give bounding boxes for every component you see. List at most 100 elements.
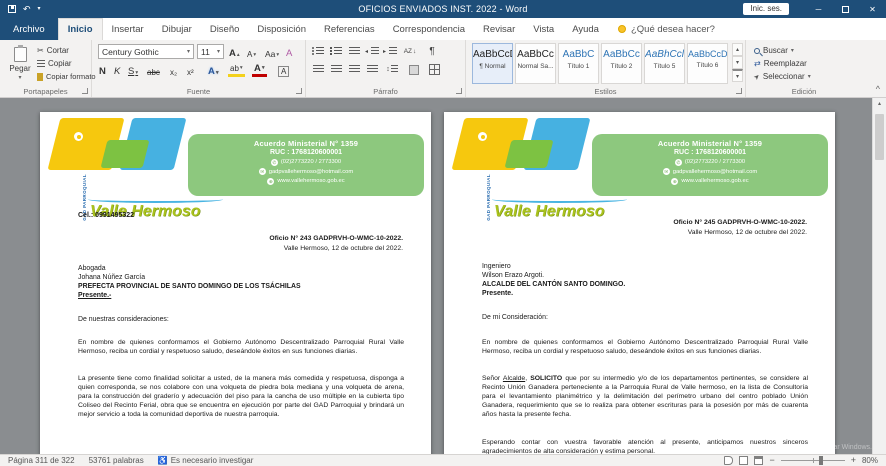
tab-referencias[interactable]: Referencias [315,18,384,40]
increase-indent-button[interactable]: ▸ [382,44,398,59]
scissors-icon: ✂ [37,46,44,55]
tab-correspondencia[interactable]: Correspondencia [384,18,474,40]
styles-scroll-up-button[interactable]: ▴ [732,43,743,56]
style-sin-espaciado[interactable]: AaBbCc Normal Sa... [515,43,556,84]
find-button[interactable]: Buscar ▾ [754,46,794,55]
bullets-button[interactable] [310,44,326,59]
sort-button[interactable]: AZ ↓ [402,44,418,59]
tab-archivo[interactable]: Archivo [0,18,58,40]
shrink-font-button[interactable]: A▾ [245,44,258,59]
underline-button[interactable]: S▾ [126,62,140,77]
zoom-slider[interactable] [781,460,845,461]
style-titulo-6[interactable]: AaBbCcDc Título 6 [687,43,728,84]
dialog-launcher-icon[interactable] [456,88,462,94]
style-titulo-5[interactable]: AaBhCcl Título 5 [644,43,685,84]
borders-button[interactable] [426,62,442,77]
web-layout-icon[interactable] [754,456,763,465]
dialog-launcher-icon[interactable] [736,88,742,94]
style-titulo-2[interactable]: AaBbCc Título 2 [601,43,642,84]
group-parrafo: ◂ ▸ AZ ↓ ¶ ↕ Párrafo [306,40,466,97]
brand-swoosh [492,196,627,203]
cut-button[interactable]: ✂ Cortar [37,46,69,55]
word-count[interactable]: 53761 palabras [89,456,144,465]
vertical-scrollbar[interactable]: ▴ [872,98,886,454]
style-normal[interactable]: AaBbCcD ¶ Normal [472,43,513,84]
italic-button[interactable]: K [112,62,122,77]
minimize-button[interactable]: ─ [805,0,832,18]
subscript-button[interactable]: x₂ [168,62,179,77]
collapse-ribbon-icon[interactable]: ^ [876,84,880,94]
dialog-launcher-icon[interactable] [82,88,88,94]
line-spacing-icon: ↕ [386,66,390,73]
line-spacing-button[interactable]: ↕ [384,62,400,77]
show-marks-button[interactable]: ¶ [424,44,440,59]
align-right-button[interactable] [346,62,362,77]
restore-button[interactable] [832,0,859,18]
scroll-up-button[interactable]: ▴ [873,98,886,111]
word-window: ↶ ▾ OFICIOS ENVIADOS INST. 2022 - Word I… [0,0,886,466]
paste-button[interactable]: Pegar ▾ [5,44,35,87]
zoom-in-button[interactable]: + [851,456,856,465]
align-left-button[interactable] [310,62,326,77]
tab-diseno[interactable]: Diseño [201,18,249,40]
select-arrow-icon: ➤ [752,72,762,82]
highlight-color-button[interactable]: ab▾ [228,62,245,77]
qat-customize-icon[interactable]: ▾ [38,6,41,12]
close-button[interactable]: ✕ [859,0,886,18]
addressee-block: Abogada Johana Núñez García PREFECTA PRO… [78,264,301,300]
change-case-button[interactable]: Aa▾ [263,44,281,59]
zoom-out-button[interactable]: − [769,456,774,465]
document-canvas[interactable]: Acuerdo Ministerial N° 1359 RUC : 176812… [0,98,886,454]
print-layout-icon[interactable] [739,456,748,465]
justify-button[interactable] [364,62,380,77]
save-icon[interactable] [8,5,16,13]
group-label-fuente: Fuente [92,87,305,96]
tab-insertar[interactable]: Insertar [103,18,153,40]
superscript-button[interactable]: x² [185,62,196,77]
ribbon-tab-strip: Archivo Inicio Insertar Dibujar Diseño D… [0,18,886,40]
tab-disposicion[interactable]: Disposición [248,18,315,40]
tab-inicio[interactable]: Inicio [58,18,103,40]
accessibility-icon: ♿ [158,456,168,465]
replace-button[interactable]: ⇄ Reemplazar [754,59,807,68]
font-color-button[interactable]: A▾ [252,62,267,77]
sign-in-button[interactable]: Inic. ses. [743,3,789,15]
page-indicator[interactable]: Página 311 de 322 [8,456,75,465]
clear-format-button[interactable]: A [284,44,294,59]
dialog-launcher-icon[interactable] [296,88,302,94]
character-shading-button[interactable]: A [276,62,291,77]
accessibility-status[interactable]: ♿ Es necesario investigar [158,456,254,465]
tab-revisar[interactable]: Revisar [474,18,524,40]
tab-ayuda[interactable]: Ayuda [563,18,608,40]
format-painter-button[interactable]: Copiar formato [37,72,96,81]
copy-button[interactable]: Copiar [37,59,72,68]
select-button[interactable]: ➤ Seleccionar ▾ [754,72,811,81]
zoom-slider-thumb[interactable] [819,456,823,465]
numbering-button[interactable] [328,44,344,59]
bold-button[interactable]: N [97,62,108,77]
tell-me-box[interactable]: ¿Qué desea hacer? [608,18,725,40]
zoom-level[interactable]: 80% [862,456,878,465]
multilevel-list-button[interactable] [346,44,362,59]
paragraph: La presente tiene como finalidad solicit… [78,374,404,419]
decrease-indent-button[interactable]: ◂ [364,44,380,59]
scrollbar-thumb[interactable] [875,114,884,160]
strikethrough-button[interactable]: abc [145,62,162,77]
font-size-combo[interactable]: 11 ▾ [197,44,224,59]
undo-icon[interactable]: ↶ [23,5,31,14]
page-1[interactable]: Acuerdo Ministerial N° 1359 RUC : 176812… [40,112,431,454]
page-2[interactable]: Acuerdo Ministerial N° 1359 RUC : 176812… [444,112,835,454]
style-titulo-1[interactable]: AaBbC Título 1 [558,43,599,84]
styles-more-button[interactable]: ▾ [732,69,743,82]
shading-button[interactable] [406,62,422,77]
letterhead-logo-green [505,140,554,168]
font-name-combo[interactable]: Century Gothic ▾ [98,44,194,59]
align-center-button[interactable] [328,62,344,77]
text-effects-button[interactable]: A▾ [206,62,221,77]
styles-scroll-down-button[interactable]: ▾ [732,56,743,69]
tab-dibujar[interactable]: Dibujar [153,18,201,40]
read-mode-icon[interactable] [724,456,733,465]
bullet-list-icon [312,47,324,56]
grow-font-button[interactable]: A▴ [227,44,242,59]
tab-vista[interactable]: Vista [524,18,563,40]
